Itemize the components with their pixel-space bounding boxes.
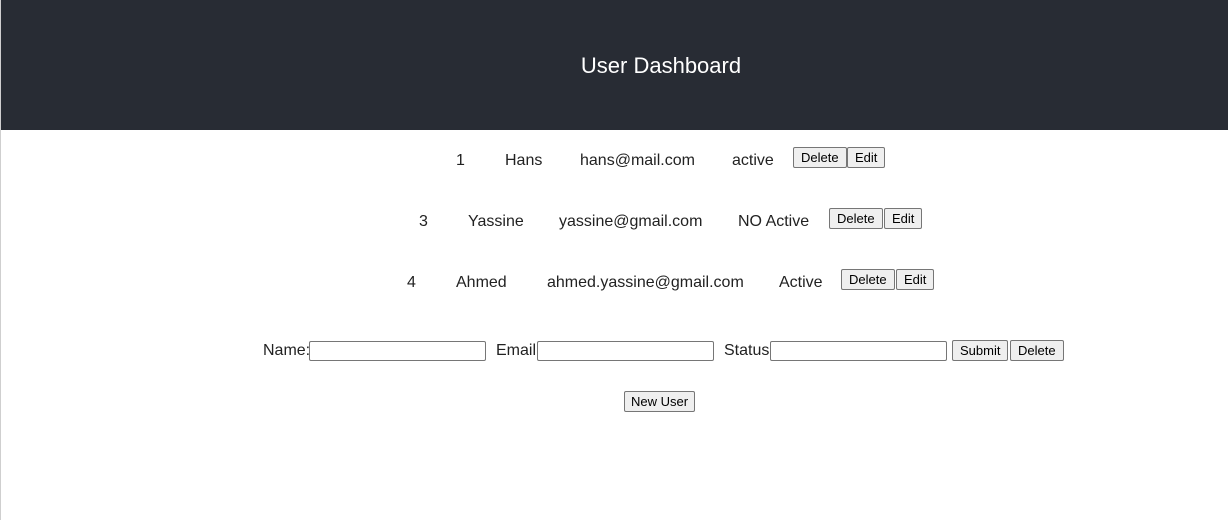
email-field[interactable]: [537, 341, 714, 361]
submit-button[interactable]: Submit: [952, 340, 1009, 361]
email-label: Email:: [496, 342, 541, 359]
delete-user-button[interactable]: Delete: [829, 208, 883, 229]
app-header: User Dashboard: [1, 0, 1228, 130]
delete-user-button[interactable]: Delete: [793, 147, 847, 168]
user-email: ahmed.yassine@gmail.com: [547, 274, 744, 291]
form-delete-button[interactable]: Delete: [1010, 340, 1064, 361]
user-row: 1 Hans hans@mail.com active Delete Edit: [1, 147, 1228, 173]
delete-user-button[interactable]: Delete: [841, 269, 895, 290]
user-email: yassine@gmail.com: [559, 213, 703, 230]
status-field[interactable]: [770, 341, 947, 361]
user-status: active: [732, 152, 774, 169]
user-id: 3: [419, 213, 428, 230]
user-row: 4 Ahmed ahmed.yassine@gmail.com Active D…: [1, 269, 1228, 295]
user-name: Hans: [505, 152, 543, 169]
name-field[interactable]: [309, 341, 486, 361]
name-label: Name:: [263, 342, 311, 359]
edit-user-button[interactable]: Edit: [884, 208, 923, 229]
user-id: 1: [456, 152, 465, 169]
new-user-button[interactable]: New User: [624, 391, 696, 412]
user-name: Yassine: [468, 213, 524, 230]
page-title: User Dashboard: [580, 53, 742, 78]
edit-user-button[interactable]: Edit: [847, 147, 886, 168]
user-email: hans@mail.com: [580, 152, 695, 169]
app-root: User Dashboard 1 Hans hans@mail.com acti…: [0, 0, 1228, 520]
user-status: NO Active: [738, 213, 810, 230]
user-form: Name: Email: Status: Submit Delete: [1, 340, 1228, 364]
edit-user-button[interactable]: Edit: [896, 269, 935, 290]
user-status: Active: [779, 274, 823, 291]
user-id: 4: [407, 274, 416, 291]
status-label: Status:: [724, 342, 774, 359]
user-row: 3 Yassine yassine@gmail.com NO Active De…: [1, 208, 1228, 234]
user-name: Ahmed: [456, 274, 507, 291]
